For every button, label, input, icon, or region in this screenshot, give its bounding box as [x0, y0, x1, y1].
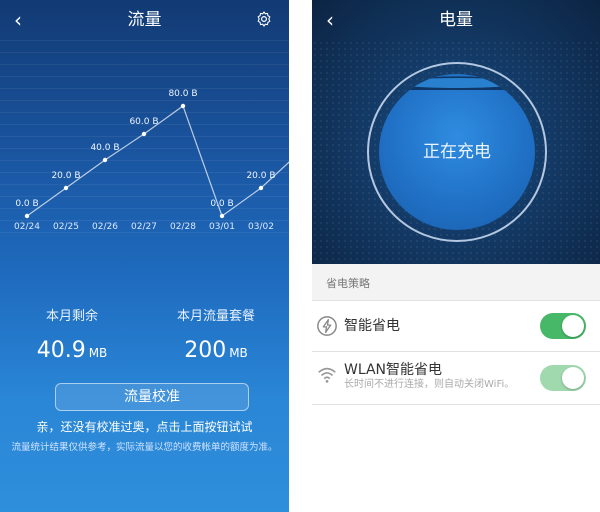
plan-label: 本月流量套餐 [176, 309, 255, 324]
list-item-smart-power-save[interactable]: 智能省电 [312, 301, 600, 352]
data-point [102, 157, 108, 163]
remaining-value-row: 40.9 MB [0, 338, 144, 366]
data-point [219, 213, 225, 219]
remaining-stat: 本月剩余 40.9 MB [0, 308, 144, 366]
remaining-value: 40.9 [36, 338, 86, 363]
plan-value: 200 [184, 338, 227, 363]
calibrate-hint: 亲，还没有校准过奥，点击上面按钮试试 [36, 420, 253, 434]
data-point [258, 185, 264, 191]
section-header: 省电策略 [312, 264, 600, 301]
page-title: 电量 [439, 10, 473, 30]
x-tick-label: 02/26 [92, 222, 118, 232]
data-point [180, 103, 186, 109]
panel-divider [289, 0, 312, 512]
toggle-knob [562, 315, 584, 337]
x-tick-label: 02/24 [14, 222, 40, 232]
section-title: 省电策略 [326, 277, 370, 290]
data-label: 60.0 B [129, 117, 158, 127]
battery-wave-highlight [393, 78, 521, 88]
wlan-power-save-label: WLAN智能省电 [344, 362, 443, 378]
wlan-power-save-toggle[interactable] [540, 365, 586, 391]
x-tick-label: 03/02 [248, 222, 274, 232]
charging-status: 正在充电 [423, 142, 491, 162]
left-topbar: ‹ 流量 [0, 0, 289, 40]
battery-header: ‹ 电量 正在充电 [312, 0, 600, 264]
data-label: 0.0 B [210, 199, 233, 209]
data-label: 0.0 B [15, 199, 38, 209]
smart-power-save-toggle[interactable] [540, 313, 586, 339]
toggle-knob [562, 367, 584, 389]
power-save-icon [317, 316, 337, 336]
x-tick-label: 02/25 [53, 222, 79, 232]
battery-panel: ‹ 电量 正在充电 省电策略 智能省电 WLAN智能省电 长时间不进行连接，则自… [312, 0, 600, 512]
data-label: 20.0 B [51, 171, 80, 181]
plan-stat: 本月流量套餐 200 MB [144, 308, 288, 366]
data-point [141, 131, 147, 137]
page-title: 流量 [127, 10, 162, 30]
traffic-line-chart: 0.0 B 20.0 B 40.0 B 60.0 B 80.0 B 0.0 B 20.0 B… [14, 89, 289, 232]
wifi-icon [318, 367, 336, 383]
x-tick-label: 02/27 [131, 222, 157, 232]
disclaimer-text: 流量统计结果仅供参考，实际流量以您的收费帐单的额度为准。 [11, 442, 278, 453]
remaining-unit: MB [88, 346, 108, 360]
smart-power-save-label: 智能省电 [344, 318, 400, 334]
data-label: 80.0 B [168, 89, 197, 99]
data-point [24, 213, 30, 219]
x-tick-label: 02/28 [170, 222, 196, 232]
calibrate-button[interactable]: 流量校准 [55, 383, 249, 411]
plan-value-row: 200 MB [144, 338, 288, 366]
gear-icon[interactable] [255, 10, 273, 28]
remaining-label: 本月剩余 [45, 309, 98, 324]
x-tick-label: 03/01 [209, 222, 235, 232]
plan-unit: MB [229, 346, 248, 360]
traffic-panel: ‹ 流量 0.0 B 20.0 B 40.0 B 60.0 B 80.0 B 0.0 B 2… [0, 0, 289, 512]
data-label: 20.0 B [246, 171, 275, 181]
data-label: 40.0 B [90, 143, 119, 153]
data-point [63, 185, 69, 191]
wlan-power-save-description: 长时间不进行连接，则自动关闭WiFi。 [344, 379, 515, 390]
list-item-wlan-power-save[interactable]: WLAN智能省电 长时间不进行连接，则自动关闭WiFi。 [312, 352, 600, 405]
